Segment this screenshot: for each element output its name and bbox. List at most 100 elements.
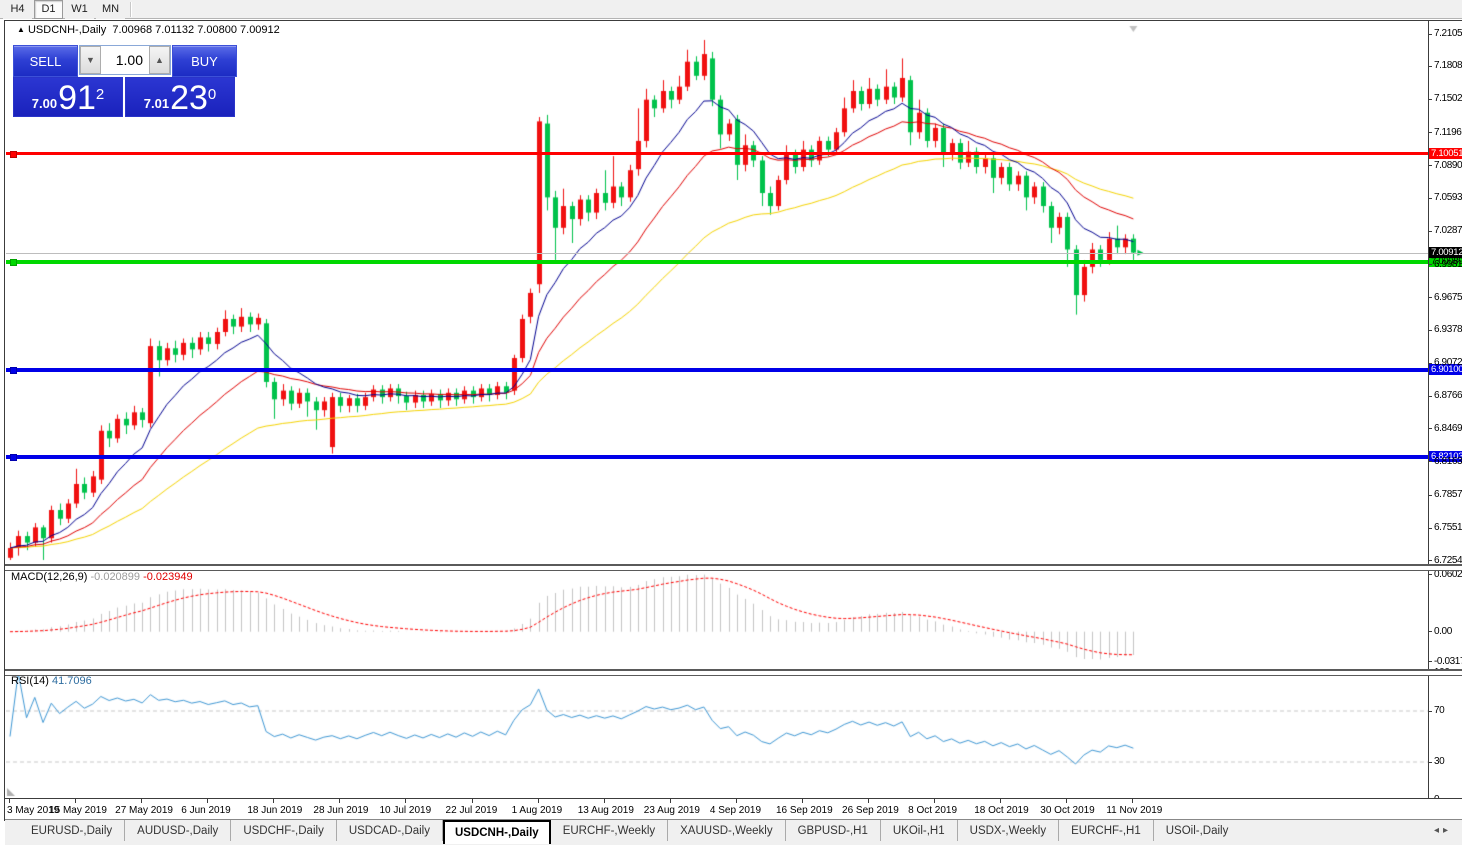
time-axis-label: 16 Sep 2019: [776, 805, 833, 816]
time-axis-tick: [934, 799, 935, 803]
buy-price-big-digits: 23: [170, 82, 208, 114]
price-axis-tick: [1428, 495, 1432, 496]
time-axis-tick: [802, 799, 803, 803]
triangle-up-icon: ▲: [155, 55, 164, 65]
triangle-down-icon: ▼: [86, 55, 95, 65]
time-axis-tick: [141, 799, 142, 803]
price-axis-label: 7.05930: [1434, 192, 1462, 203]
price-axis-tick: [1428, 461, 1432, 462]
horizontal-line-7.00089[interactable]: [6, 260, 1428, 264]
tab-usdcnhdaily[interactable]: USDCNH-,Daily: [443, 820, 551, 844]
sell-price-prefix: 7.00: [32, 94, 57, 114]
line-anchor-handle[interactable]: [10, 454, 17, 461]
line-anchor-handle[interactable]: [10, 151, 17, 158]
price-axis-tick: [1428, 231, 1432, 232]
tab-scroll-left-icon[interactable]: ◂: [1434, 825, 1443, 836]
horizontal-line-6.90100[interactable]: [6, 368, 1428, 372]
panel-separator-macd[interactable]: [5, 564, 1462, 571]
volume-increase-button[interactable]: ▲: [149, 46, 170, 74]
time-axis-label: 26 Sep 2019: [842, 805, 899, 816]
buy-button[interactable]: BUY: [172, 45, 237, 77]
time-axis-label: 8 Oct 2019: [908, 805, 957, 816]
macd-panel-canvas[interactable]: [6, 570, 1428, 666]
time-axis-tick: [670, 799, 671, 803]
time-axis-tick: [472, 799, 473, 803]
horizontal-line-6.82103[interactable]: [6, 455, 1428, 459]
volume-decrease-button[interactable]: ▼: [80, 46, 101, 74]
ohlc-high: 7.01132: [155, 24, 194, 36]
buy-price-display[interactable]: 7.01230: [125, 77, 235, 117]
time-axis-label: 30 Oct 2019: [1040, 805, 1094, 816]
price-axis-label: 7.02870: [1434, 225, 1462, 236]
time-axis-label: 27 May 2019: [115, 805, 173, 816]
sell-price-display[interactable]: 7.00912: [13, 77, 123, 117]
time-axis-tick: [1000, 799, 1001, 803]
time-axis-label: 1 Aug 2019: [512, 805, 563, 816]
rsi-value: 41.7096: [52, 675, 92, 687]
time-axis-label: 4 Sep 2019: [710, 805, 761, 816]
sell-button[interactable]: SELL: [13, 45, 78, 77]
time-axis[interactable]: 3 May 201915 May 201927 May 20196 Jun 20…: [5, 798, 1462, 819]
time-axis-label: 18 Jun 2019: [247, 805, 302, 816]
sell-price-pipette: 2: [96, 80, 104, 110]
tab-scroll-right-icon[interactable]: ▸: [1443, 825, 1452, 836]
time-axis-label: 6 Jun 2019: [181, 805, 231, 816]
collapse-triangle-icon[interactable]: ▲: [17, 25, 25, 34]
tab-eurchfh1[interactable]: EURCHF-,H1: [1059, 820, 1154, 841]
timeframe-button-w1[interactable]: W1: [65, 0, 94, 19]
time-axis-label: 10 Jul 2019: [379, 805, 431, 816]
current-price-line: [6, 253, 1428, 254]
price-axis-label: 6.84690: [1434, 423, 1462, 434]
time-axis-label: 13 Aug 2019: [578, 805, 634, 816]
time-axis-tick: [868, 799, 869, 803]
time-axis-tick: [1066, 799, 1067, 803]
tab-eurusddaily[interactable]: EURUSD-,Daily: [19, 820, 125, 841]
macd-label: MACD(12,26,9) -0.020899 -0.023949: [11, 571, 193, 583]
chart-window: ▲ USDCNH-,Daily 7.00968 7.01132 7.00800 …: [4, 20, 1462, 821]
time-axis-label: 28 Jun 2019: [313, 805, 368, 816]
tab-usdchfdaily[interactable]: USDCHF-,Daily: [231, 820, 337, 841]
price-axis-divider: [1428, 21, 1429, 798]
tab-eurchfweekly[interactable]: EURCHF-,Weekly: [551, 820, 668, 841]
tab-usoildaily[interactable]: USOil-,Daily: [1154, 820, 1241, 841]
volume-spinner: ▼ ▲: [79, 45, 171, 75]
tab-usdxweekly[interactable]: USDX-,Weekly: [958, 820, 1059, 841]
timeframe-button-mn[interactable]: MN: [96, 0, 125, 19]
price-axis-label: 6.87660: [1434, 390, 1462, 401]
time-axis-tick: [736, 799, 737, 803]
trading-terminal: H4D1W1MN ▲ USDCNH-,Daily 7.00968 7.01132…: [0, 0, 1462, 845]
macd-name: MACD(12,26,9): [11, 571, 87, 583]
line-anchor-handle[interactable]: [10, 367, 17, 374]
rsi-axis-tick: [1428, 762, 1432, 763]
tab-usdcaddaily[interactable]: USDCAD-,Daily: [337, 820, 443, 841]
tab-scroll-arrows: ◂▸: [1434, 825, 1452, 836]
trade-panel-prices: 7.00912 7.01230: [13, 77, 237, 117]
price-axis-tick: [1428, 198, 1432, 199]
volume-input[interactable]: [101, 46, 149, 74]
price-axis-tick: [1428, 363, 1432, 364]
timeframe-button-d1[interactable]: D1: [34, 0, 63, 19]
price-axis-label: 7.21050: [1434, 28, 1462, 39]
price-axis-tick: [1428, 132, 1432, 133]
rsi-label: RSI(14) 41.7096: [11, 675, 92, 687]
tab-ukoilh1[interactable]: UKOil-,H1: [881, 820, 958, 841]
price-axis-tick: [1428, 528, 1432, 529]
chart-title: ▲ USDCNH-,Daily 7.00968 7.01132 7.00800 …: [17, 24, 280, 36]
price-axis-label: 7.11960: [1434, 127, 1462, 138]
price-axis-label: 7.18080: [1434, 60, 1462, 71]
tab-audusddaily[interactable]: AUDUSD-,Daily: [125, 820, 231, 841]
price-axis-tick: [1428, 428, 1432, 429]
line-anchor-handle[interactable]: [10, 259, 17, 266]
tab-gbpusdh1[interactable]: GBPUSD-,H1: [786, 820, 881, 841]
tab-xauusdweekly[interactable]: XAUUSD-,Weekly: [668, 820, 785, 841]
price-axis-label: 6.96750: [1434, 292, 1462, 303]
horizontal-line-7.10051[interactable]: [6, 152, 1428, 155]
sell-price-big-digits: 91: [58, 82, 96, 114]
timeframe-button-h4[interactable]: H4: [3, 0, 32, 19]
panel-separator-rsi[interactable]: [5, 669, 1462, 676]
symbol-period-label: USDCNH-,Daily: [28, 24, 106, 36]
price-axis-tick: [1428, 330, 1432, 331]
price-axis-label: 7.15020: [1434, 93, 1462, 104]
rsi-panel-canvas[interactable]: [6, 673, 1428, 797]
rsi-name: RSI(14): [11, 675, 49, 687]
